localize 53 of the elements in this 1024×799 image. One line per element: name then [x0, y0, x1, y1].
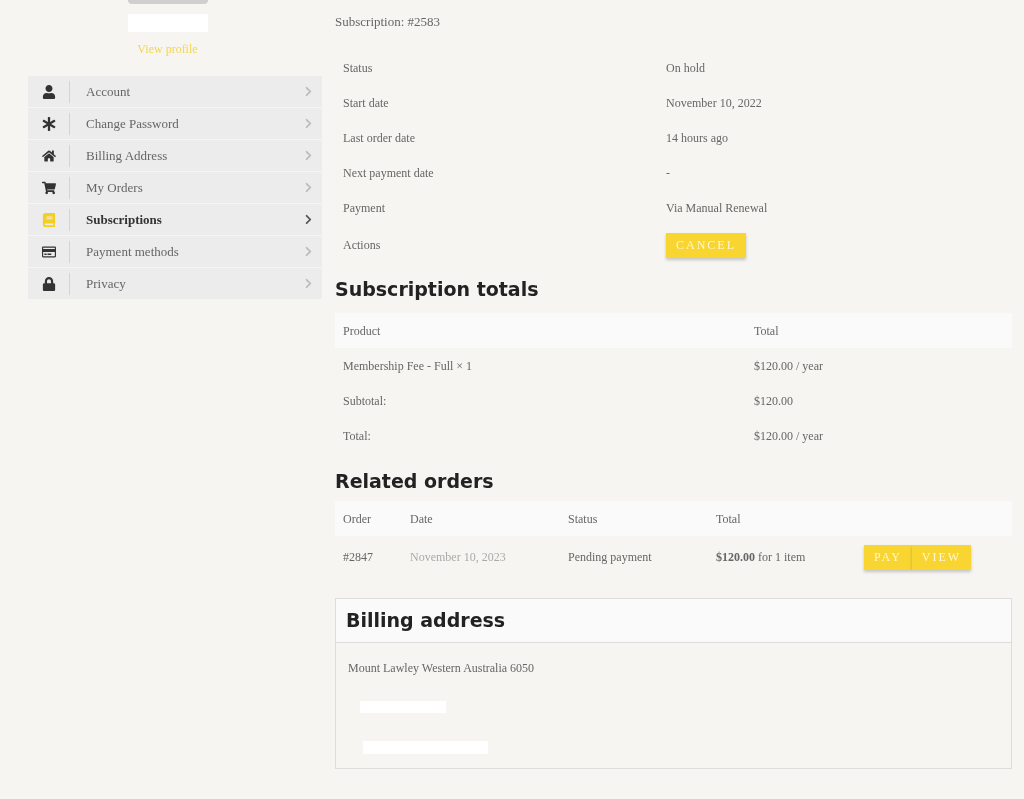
user-icon: [41, 84, 56, 99]
table-cell-text: Total:: [342, 427, 372, 445]
detail-label: Next payment date: [342, 164, 435, 182]
sidebar-item[interactable]: Account: [28, 76, 322, 108]
sidebar-item[interactable]: Payment methods: [28, 236, 322, 268]
detail-value: On hold: [666, 59, 705, 77]
detail-label: Last order date: [342, 129, 416, 147]
order-status: Pending payment: [568, 549, 653, 566]
chevron-right-icon: [303, 182, 314, 193]
sidebar-item[interactable]: Privacy: [28, 268, 322, 300]
subscription-title: Subscription: #2583: [335, 13, 442, 31]
sidebar-item[interactable]: Subscriptions: [28, 204, 322, 236]
table-cell-text: Membership Fee - Full × 1: [342, 357, 474, 375]
chevron-right-icon: [303, 246, 314, 257]
detail-value: -: [666, 164, 670, 182]
detail-label: Start date: [342, 94, 390, 112]
address-line: Mount Lawley Western Australia 6050: [348, 660, 536, 677]
chevron-right-icon: [303, 150, 314, 161]
column-header: Total: [754, 322, 779, 340]
chevron-right-icon: [303, 86, 314, 97]
asterisk-icon: [41, 116, 56, 131]
chevron-right-icon: [303, 214, 314, 225]
detail-label: Actions: [342, 237, 382, 254]
detail-value: November 10, 2022: [666, 94, 762, 112]
table-cell-text: $120.00 / year: [754, 427, 823, 445]
sidebar-item[interactable]: Billing Address: [28, 140, 322, 172]
column-header: Total: [716, 510, 741, 528]
lock-icon: [41, 276, 56, 291]
order-total: $120.00 for 1 item: [716, 549, 807, 566]
credit-card-icon: [41, 244, 56, 259]
sidebar-item[interactable]: My Orders: [28, 172, 322, 204]
detail-value: 14 hours ago: [666, 129, 728, 147]
order-number: #2847: [342, 549, 374, 566]
book-icon: [41, 212, 56, 227]
table-cell-text: Subtotal:: [342, 392, 388, 410]
chevron-right-icon: [303, 118, 314, 129]
detail-value: Via Manual Renewal: [666, 199, 768, 217]
column-header: Date: [410, 510, 434, 528]
home-icon: [41, 148, 56, 163]
column-header: Status: [568, 510, 599, 528]
column-header: Product: [342, 322, 382, 340]
sidebar-item[interactable]: Change Password: [28, 108, 322, 140]
order-date: November 10, 2023: [410, 549, 507, 566]
detail-label: Payment: [342, 199, 386, 217]
section-heading: Subscription totals: [335, 277, 540, 302]
chevron-right-icon: [303, 278, 314, 289]
column-header: Order: [342, 510, 372, 528]
table-cell-text: $120.00: [754, 392, 793, 410]
cart-icon: [41, 180, 56, 195]
detail-label: Status: [342, 59, 374, 77]
section-heading: Related orders: [335, 469, 495, 494]
section-heading: Billing address: [346, 608, 506, 634]
table-cell-text: $120.00 / year: [754, 357, 823, 375]
